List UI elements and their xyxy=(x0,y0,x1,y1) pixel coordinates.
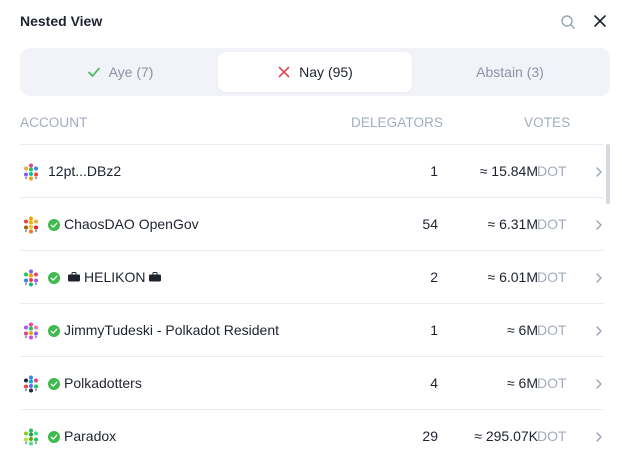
chevron-right-icon[interactable] xyxy=(595,325,603,337)
tab-abstain[interactable]: Abstain (3) xyxy=(414,52,606,92)
identicon-avatar xyxy=(24,216,38,234)
suitcase-icon xyxy=(149,272,162,282)
delegators-count: 4 xyxy=(430,375,438,391)
votes-value: ≈ 15.84M xyxy=(479,163,538,179)
account-name[interactable]: HELIKON xyxy=(64,269,165,285)
search-icon[interactable] xyxy=(560,14,576,30)
votes-value: ≈ 6M xyxy=(506,375,538,391)
votes-unit: DOT xyxy=(537,322,567,338)
identicon-avatar xyxy=(24,322,38,340)
chevron-right-icon[interactable] xyxy=(595,219,603,231)
suitcase-icon xyxy=(68,272,80,282)
chevron-right-icon[interactable] xyxy=(595,272,603,284)
table-row[interactable]: HELIKON 2 ≈ 6.01M DOT xyxy=(20,250,604,303)
tab-aye-label: Aye (7) xyxy=(108,64,154,80)
modal-header: Nested View xyxy=(20,0,610,44)
tab-nay-label: Nay (95) xyxy=(299,64,353,80)
verified-check-icon xyxy=(48,378,60,390)
votes-value: ≈ 6M xyxy=(506,322,538,338)
delegators-count: 1 xyxy=(430,322,438,338)
verified-check-icon xyxy=(48,272,60,284)
column-header-delegators: DELEGATORS xyxy=(351,115,444,130)
table-row[interactable]: Polkadotters 4 ≈ 6M DOT xyxy=(20,356,604,409)
account-name[interactable]: Polkadotters xyxy=(64,375,142,391)
tab-abstain-label: Abstain (3) xyxy=(476,64,544,80)
cross-icon xyxy=(277,65,291,79)
delegators-count: 1 xyxy=(430,163,438,179)
tab-aye[interactable]: Aye (7) xyxy=(24,52,216,92)
identicon-avatar xyxy=(24,428,38,446)
votes-unit: DOT xyxy=(537,269,567,285)
votes-unit: DOT xyxy=(537,163,567,179)
account-name[interactable]: JimmyTudeski - Polkadot Resident xyxy=(64,322,279,338)
table-row[interactable]: ChaosDAO OpenGov 54 ≈ 6.31M DOT xyxy=(20,197,604,250)
vote-tabs: Aye (7) Nay (95) Abstain (3) xyxy=(20,48,610,96)
delegators-count: 54 xyxy=(422,216,438,232)
votes-value: ≈ 6.01M xyxy=(487,269,538,285)
votes-value: ≈ 6.31M xyxy=(487,216,538,232)
table-row[interactable]: Paradox 29 ≈ 295.07K DOT xyxy=(20,409,604,462)
verified-check-icon xyxy=(48,219,60,231)
identicon-avatar xyxy=(24,269,38,287)
table-row[interactable]: 12pt...DBz2 1 ≈ 15.84M DOT xyxy=(20,144,604,197)
account-name[interactable]: ChaosDAO OpenGov xyxy=(64,216,199,232)
scrollbar-thumb[interactable] xyxy=(606,144,610,204)
column-header-votes: VOTES xyxy=(524,115,571,130)
chevron-right-icon[interactable] xyxy=(595,378,603,390)
column-header-account: ACCOUNT xyxy=(20,115,88,130)
chevron-right-icon[interactable] xyxy=(595,166,603,178)
page-title: Nested View xyxy=(20,13,103,29)
account-name-text: HELIKON xyxy=(84,269,146,285)
list-scrollbar[interactable] xyxy=(606,144,610,462)
verified-check-icon xyxy=(48,325,60,337)
votes-unit: DOT xyxy=(537,216,567,232)
delegators-count: 2 xyxy=(430,269,438,285)
account-name[interactable]: Paradox xyxy=(64,428,116,444)
close-icon[interactable] xyxy=(592,13,608,29)
account-name[interactable]: 12pt...DBz2 xyxy=(48,163,121,179)
chevron-right-icon[interactable] xyxy=(595,431,603,443)
votes-value: ≈ 295.07K xyxy=(474,428,538,444)
votes-unit: DOT xyxy=(537,375,567,391)
delegators-count: 29 xyxy=(422,428,438,444)
identicon-avatar xyxy=(24,375,38,393)
check-icon xyxy=(87,65,101,79)
voter-list: 12pt...DBz2 1 ≈ 15.84M DOT ChaosDAO Open… xyxy=(20,144,610,462)
tab-nay[interactable]: Nay (95) xyxy=(218,52,412,92)
verified-check-icon xyxy=(48,431,60,443)
votes-unit: DOT xyxy=(537,428,567,444)
identicon-avatar xyxy=(24,163,38,181)
table-row[interactable]: JimmyTudeski - Polkadot Resident 1 ≈ 6M … xyxy=(20,303,604,356)
